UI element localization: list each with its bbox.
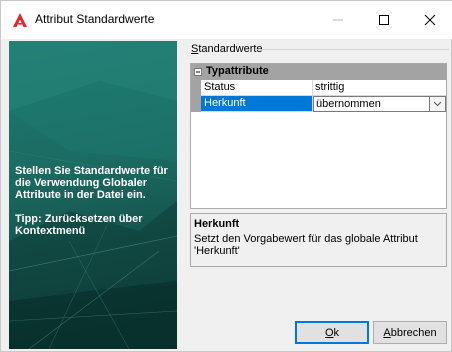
cancel-label: bbrechen (390, 326, 437, 339)
banner-text: Stellen Sie Standardwerte für die Verwen… (15, 165, 168, 237)
title-bar[interactable]: Attribut Standardwerte (1, 1, 452, 39)
property-row-herkunft[interactable]: Herkunft übernommen (191, 96, 446, 112)
ok-accelerator: O (324, 326, 334, 339)
description-panel: Herkunft Setzt den Vorgabewert für das g… (190, 213, 447, 267)
info-banner: Stellen Sie Standardwerte für die Verwen… (9, 41, 177, 349)
group-label-text: tandardwerte (198, 43, 263, 55)
property-value[interactable]: strittig (313, 80, 446, 96)
chevron-down-icon (433, 101, 442, 107)
close-button[interactable] (407, 1, 452, 39)
maximize-button[interactable] (361, 1, 407, 39)
property-grid[interactable]: Typattribute Status strittig Herkunft üb… (190, 63, 447, 209)
cancel-button[interactable]: Abbrechen (373, 321, 447, 344)
row-gutter (191, 80, 201, 96)
dialog-window: Attribut Standardwerte Stellen Sie Stand… (0, 0, 452, 352)
category-label: Typattribute (206, 65, 269, 77)
description-title: Herkunft (194, 218, 240, 230)
cancel-accelerator: A (383, 326, 391, 339)
ok-button[interactable]: Ok (295, 321, 369, 344)
window-title: Attribut Standardwerte (35, 12, 155, 26)
property-row-status[interactable]: Status strittig (191, 80, 446, 96)
group-divider (255, 49, 449, 50)
ok-label: k (333, 326, 340, 339)
maximize-icon (379, 15, 389, 25)
close-icon (424, 14, 436, 26)
autocad-a-icon (12, 12, 28, 28)
description-text: Setzt den Vorgabewert für das globale At… (194, 233, 418, 257)
property-name: Herkunft (201, 96, 313, 112)
group-label-standardwerte: Standardwerte (191, 43, 263, 55)
property-name: Status (201, 80, 313, 96)
category-row-typattribute[interactable]: Typattribute (191, 64, 446, 80)
dropdown-button[interactable] (430, 96, 446, 112)
minimize-icon (333, 19, 343, 21)
row-gutter (191, 96, 201, 112)
minimize-button[interactable] (315, 1, 361, 39)
herkunft-dropdown[interactable]: übernommen (313, 96, 430, 112)
collapse-toggle-icon[interactable] (194, 68, 202, 76)
